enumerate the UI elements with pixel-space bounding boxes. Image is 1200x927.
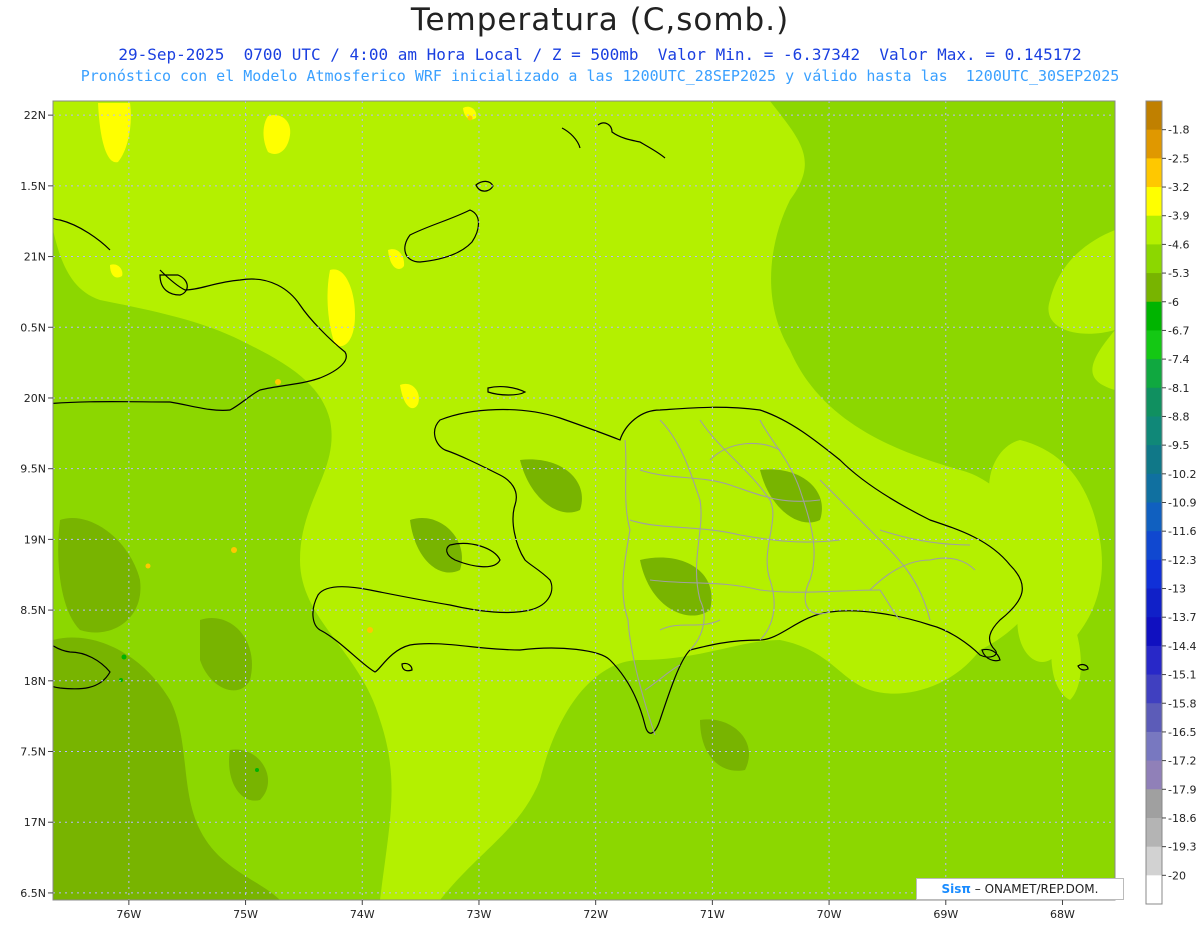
y-tick-label: 21N <box>24 251 46 264</box>
colorbar-label: -13 <box>1168 583 1186 596</box>
colorbar-swatch <box>1146 301 1162 331</box>
colorbar-swatch <box>1146 703 1162 733</box>
colorbar-label: -15.8 <box>1168 697 1196 710</box>
colorbar-label: -9.5 <box>1168 439 1189 452</box>
colorbar-swatch <box>1146 416 1162 446</box>
x-tick-label: 74W <box>350 908 375 921</box>
y-tick-label: 22N <box>24 109 46 122</box>
colorbar-swatch <box>1146 617 1162 647</box>
x-tick-label: 69W <box>933 908 958 921</box>
colorbar-swatch <box>1146 645 1162 676</box>
colorbar-swatch <box>1146 359 1162 389</box>
colorbar-swatch <box>1146 760 1162 790</box>
colorbar-label: -10.9 <box>1168 497 1196 510</box>
colorbar-swatch <box>1146 875 1162 905</box>
colorbar-label: -5.3 <box>1168 267 1189 280</box>
forecast-map: 76W 75W 74W 73W 72W 71W 70W 69W 68W 22N 1.5N 21N 0.… <box>20 100 1196 921</box>
colorbar-label: -1.8 <box>1168 124 1189 137</box>
y-tick-label: 19N <box>24 533 46 546</box>
temperature-field <box>53 101 1115 900</box>
y-tick-label: 1.5N <box>20 180 46 193</box>
colorbar-label: -19.3 <box>1168 841 1196 854</box>
colorbar-swatch <box>1146 531 1162 561</box>
colorbar-label: -4.6 <box>1168 238 1189 251</box>
colorbar-label: -3.9 <box>1168 210 1189 223</box>
colorbar-swatch <box>1146 101 1162 131</box>
colorbar-swatch <box>1146 387 1162 417</box>
colorbar-label: -17.9 <box>1168 783 1196 796</box>
colorbar-label: -8.8 <box>1168 410 1189 423</box>
colorbar-label: -16.5 <box>1168 726 1196 739</box>
colorbar-label: -7.4 <box>1168 353 1189 366</box>
colorbar-swatch <box>1146 215 1162 245</box>
x-tick-label: 76W <box>116 908 141 921</box>
colorbar-label: -2.5 <box>1168 152 1189 165</box>
colorbar-swatch <box>1146 158 1162 188</box>
y-tick-label: 17N <box>24 816 46 829</box>
colorbar-swatch <box>1146 502 1162 532</box>
colorbar-swatch <box>1146 817 1162 848</box>
colorbar-swatch <box>1146 559 1162 590</box>
y-axis: 22N 1.5N 21N 0.5N 20N 9.5N 19N 8.5N 18N 7.5N 17N 6.… <box>20 109 53 900</box>
y-tick-label: 9.5N <box>20 463 46 476</box>
colorbar-swatch <box>1146 244 1162 274</box>
colorbar-label: -20 <box>1168 869 1186 882</box>
x-tick-label: 73W <box>467 908 492 921</box>
sispi-logo: Sisπ <box>941 882 971 896</box>
colorbar-label: -11.6 <box>1168 525 1196 538</box>
colorbar-swatch <box>1146 588 1162 618</box>
colorbar-swatch <box>1146 445 1162 475</box>
colorbar-label: -15.1 <box>1168 669 1196 682</box>
x-axis: 76W 75W 74W 73W 72W 71W 70W 69W 68W <box>116 900 1075 921</box>
colorbar-label: -12.3 <box>1168 554 1196 567</box>
colorbar-swatch <box>1146 789 1162 819</box>
colorbar-swatch <box>1146 731 1162 762</box>
colorbar-swatch <box>1146 187 1162 217</box>
colorbar-swatch <box>1146 273 1162 303</box>
colorbar: -1.8 -2.5 -3.2 -3.9 -4.6 -5.3 -6 -6.7 -7.4 -8.1 -8… <box>1145 100 1196 905</box>
colorbar-label: -10.2 <box>1168 468 1196 481</box>
x-tick-label: 70W <box>817 908 842 921</box>
colorbar-swatch <box>1146 330 1162 360</box>
x-tick-label: 72W <box>583 908 608 921</box>
page-title: Temperatura (C,somb.) <box>410 2 790 38</box>
colorbar-label: -8.1 <box>1168 382 1189 395</box>
subtitle-valid-time: 29-Sep-2025 0700 UTC / 4:00 am Hora Loca… <box>118 45 1082 64</box>
colorbar-swatch <box>1146 473 1162 503</box>
credit-badge: Sisπ – ONAMET/REP.DOM. <box>916 878 1124 900</box>
x-tick-label: 75W <box>233 908 258 921</box>
y-tick-label: 18N <box>24 675 46 688</box>
colorbar-swatch <box>1146 846 1162 876</box>
y-tick-label: 20N <box>24 392 46 405</box>
subtitle-model-info: Pronóstico con el Modelo Atmosferico WRF… <box>80 67 1120 85</box>
y-tick-label: 0.5N <box>20 321 46 334</box>
colorbar-swatch <box>1146 674 1162 704</box>
colorbar-label: -13.7 <box>1168 611 1196 624</box>
colorbar-label: -3.2 <box>1168 181 1189 194</box>
x-tick-label: 71W <box>700 908 725 921</box>
colorbar-label: -18.6 <box>1168 812 1196 825</box>
y-tick-label: 8.5N <box>20 604 46 617</box>
x-tick-label: 68W <box>1050 908 1075 921</box>
y-tick-label: 6.5N <box>20 887 46 900</box>
colorbar-label: -17.2 <box>1168 755 1196 768</box>
credit-text: – ONAMET/REP.DOM. <box>974 882 1099 896</box>
colorbar-label: -14.4 <box>1168 640 1196 653</box>
colorbar-label: -6 <box>1168 296 1179 309</box>
y-tick-label: 7.5N <box>20 746 46 759</box>
colorbar-label: -6.7 <box>1168 324 1189 337</box>
colorbar-swatch <box>1146 129 1162 159</box>
